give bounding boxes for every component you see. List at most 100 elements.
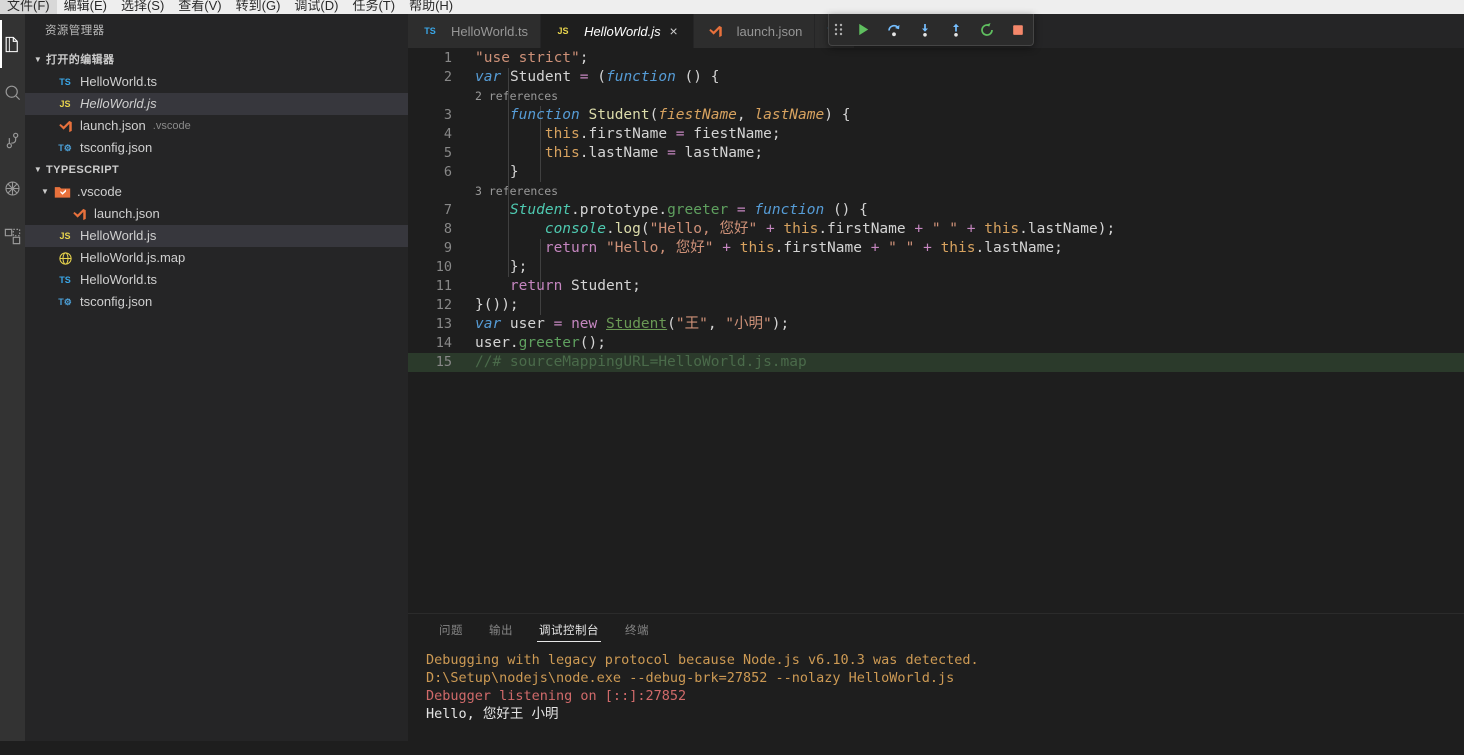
code-line: 11 return Student; [408, 277, 1464, 296]
step-into-icon[interactable] [910, 15, 941, 45]
search-icon[interactable] [0, 68, 25, 116]
js-file-icon: JS [557, 25, 569, 36]
tsconfig-file-icon: T⚙ [58, 296, 72, 307]
code-line: 12 }()); [408, 296, 1464, 315]
code-line: 2 var Student = (function () { [408, 68, 1464, 87]
tree-item-helloworld-ts[interactable]: TS HelloWorld.ts [25, 269, 408, 291]
line-number: 12 [435, 297, 452, 313]
code-line: 13 var user = new Student("王", "小明"); [408, 315, 1464, 334]
tab-launch-json[interactable]: launch.json [693, 14, 816, 48]
section-typescript-label: TYPESCRIPT [46, 164, 120, 176]
js-file-icon: JS [59, 98, 71, 109]
list-item-tsconfig-json-open[interactable]: T⚙ tsconfig.json [25, 137, 408, 159]
tab-problems[interactable]: 问题 [426, 614, 476, 649]
debug-icon[interactable] [0, 164, 25, 212]
menu-item-file[interactable]: 文件(F) [0, 0, 57, 14]
list-item-helloworld-js-open[interactable]: JS HelloWorld.js [25, 93, 408, 115]
file-name: HelloWorld.ts [80, 272, 158, 287]
chevron-down-icon[interactable]: ▼ [38, 181, 52, 203]
codelens-references[interactable]: 3 references [408, 182, 1464, 201]
folder-name: .vscode [77, 184, 122, 199]
vscode-file-icon [69, 206, 89, 222]
console-line: Debugger listening on [::]:27852 [426, 688, 687, 704]
tree-item-helloworld-js-map[interactable]: HelloWorld.js.map [25, 247, 408, 269]
code-text: Student.prototype.greeter = function () … [509, 202, 868, 218]
line-number: 1 [443, 50, 452, 66]
code-editor[interactable]: 1 "use strict"; 2 var Student = (functio… [408, 49, 1464, 613]
code-line: 3 function Student(fiestName, lastName) … [408, 106, 1464, 125]
ts-file-icon: TS [59, 76, 71, 87]
line-number: 9 [443, 240, 452, 256]
tree-item-tsconfig-json[interactable]: T⚙ tsconfig.json [25, 291, 408, 313]
codelens-references[interactable]: 2 references [408, 87, 1464, 106]
continue-icon[interactable] [848, 15, 879, 45]
menu-item-goto[interactable]: 转到(G) [229, 0, 288, 14]
file-name: HelloWorld.js [80, 228, 157, 243]
menu-item-tasks[interactable]: 任务(T) [345, 0, 402, 14]
menu-item-debug[interactable]: 调试(D) [287, 0, 345, 14]
line-number: 10 [435, 259, 452, 275]
menu-item-edit[interactable]: 编辑(E) [57, 0, 114, 14]
debug-console-output[interactable]: Debugging with legacy protocol because N… [408, 649, 1464, 723]
code-line: 9 return "Hello, 您好" + this.firstName + … [408, 239, 1464, 258]
list-item-helloworld-ts-open[interactable]: TS HelloWorld.ts [25, 71, 408, 93]
editor-tab-bar: TS HelloWorld.ts JS HelloWorld.js × laun… [408, 14, 1464, 49]
restart-icon[interactable] [971, 15, 1002, 45]
code-text: this.lastName = lastName; [544, 145, 764, 161]
tab-label: HelloWorld.ts [451, 23, 529, 39]
menu-item-selection[interactable]: 选择(S) [114, 0, 171, 14]
panel-tab-bar: 问题 输出 调试控制台 终端 [408, 614, 1464, 649]
code-line: 6 } [408, 163, 1464, 182]
code-line-current-execution: 15 //# sourceMappingURL=HelloWorld.js.ma… [408, 353, 1464, 372]
source-control-icon[interactable] [0, 116, 25, 164]
menu-bar: 文件(F) 编辑(E) 选择(S) 查看(V) 转到(G) 调试(D) 任务(T… [0, 0, 460, 14]
close-icon[interactable]: × [667, 24, 681, 38]
code-line: 4 this.firstName = fiestName; [408, 125, 1464, 144]
activity-bar [0, 14, 25, 741]
section-open-editors[interactable]: ▼ 打开的编辑器 [25, 49, 408, 71]
console-line: Debugging with legacy protocol because N… [426, 652, 979, 668]
sidebar: 资源管理器 ▼ 打开的编辑器 TS HelloWorld.ts JS Hello… [25, 14, 408, 741]
sidebar-title: 资源管理器 [45, 25, 105, 37]
explorer-icon[interactable] [0, 20, 25, 68]
codelens-label[interactable]: 2 references [475, 87, 558, 106]
step-out-icon[interactable] [941, 15, 972, 45]
line-number: 14 [435, 335, 452, 351]
extensions-icon[interactable] [0, 212, 25, 260]
tab-output[interactable]: 输出 [476, 614, 526, 649]
code-line: 10 }; [408, 258, 1464, 277]
tree-item-launch-json[interactable]: launch.json [25, 203, 408, 225]
section-typescript[interactable]: ▼ TYPESCRIPT [25, 159, 408, 181]
file-name: HelloWorld.js [80, 96, 157, 111]
chevron-down-icon: ▼ [33, 55, 43, 64]
ts-file-icon: TS [424, 25, 436, 36]
file-name: tsconfig.json [80, 294, 153, 309]
tab-terminal[interactable]: 终端 [612, 614, 662, 649]
step-over-icon[interactable] [879, 15, 910, 45]
menu-item-view[interactable]: 查看(V) [171, 0, 228, 14]
code-line: 5 this.lastName = lastName; [408, 144, 1464, 163]
code-text: this.firstName = fiestName; [544, 126, 781, 142]
codelens-label[interactable]: 3 references [475, 182, 558, 201]
line-number: 3 [443, 107, 452, 123]
file-name: tsconfig.json [80, 140, 153, 155]
line-number: 7 [443, 202, 452, 218]
map-file-icon [55, 250, 75, 266]
line-number: 11 [435, 278, 452, 294]
line-number: 4 [443, 126, 452, 142]
stop-icon[interactable] [1002, 15, 1033, 45]
tree-item-helloworld-js[interactable]: JS HelloWorld.js [25, 225, 408, 247]
tab-helloworld-js[interactable]: JS HelloWorld.js × [541, 14, 694, 48]
tree-item-vscode-folder[interactable]: ▼ .vscode [25, 181, 408, 203]
tab-debug-console[interactable]: 调试控制台 [526, 614, 612, 649]
code-text: //# sourceMappingURL=HelloWorld.js.map [475, 354, 807, 370]
vscode-file-icon [55, 118, 75, 134]
code-text: "use strict"; [475, 50, 589, 66]
file-name: HelloWorld.js.map [80, 250, 186, 265]
menu-item-help[interactable]: 帮助(H) [402, 0, 460, 14]
code-line: 1 "use strict"; [408, 49, 1464, 68]
code-text: function Student(fiestName, lastName) { [509, 107, 851, 123]
tab-helloworld-ts[interactable]: TS HelloWorld.ts [408, 14, 542, 48]
drag-handle-icon[interactable] [829, 15, 848, 45]
list-item-launch-json-open[interactable]: launch.json .vscode [25, 115, 408, 137]
